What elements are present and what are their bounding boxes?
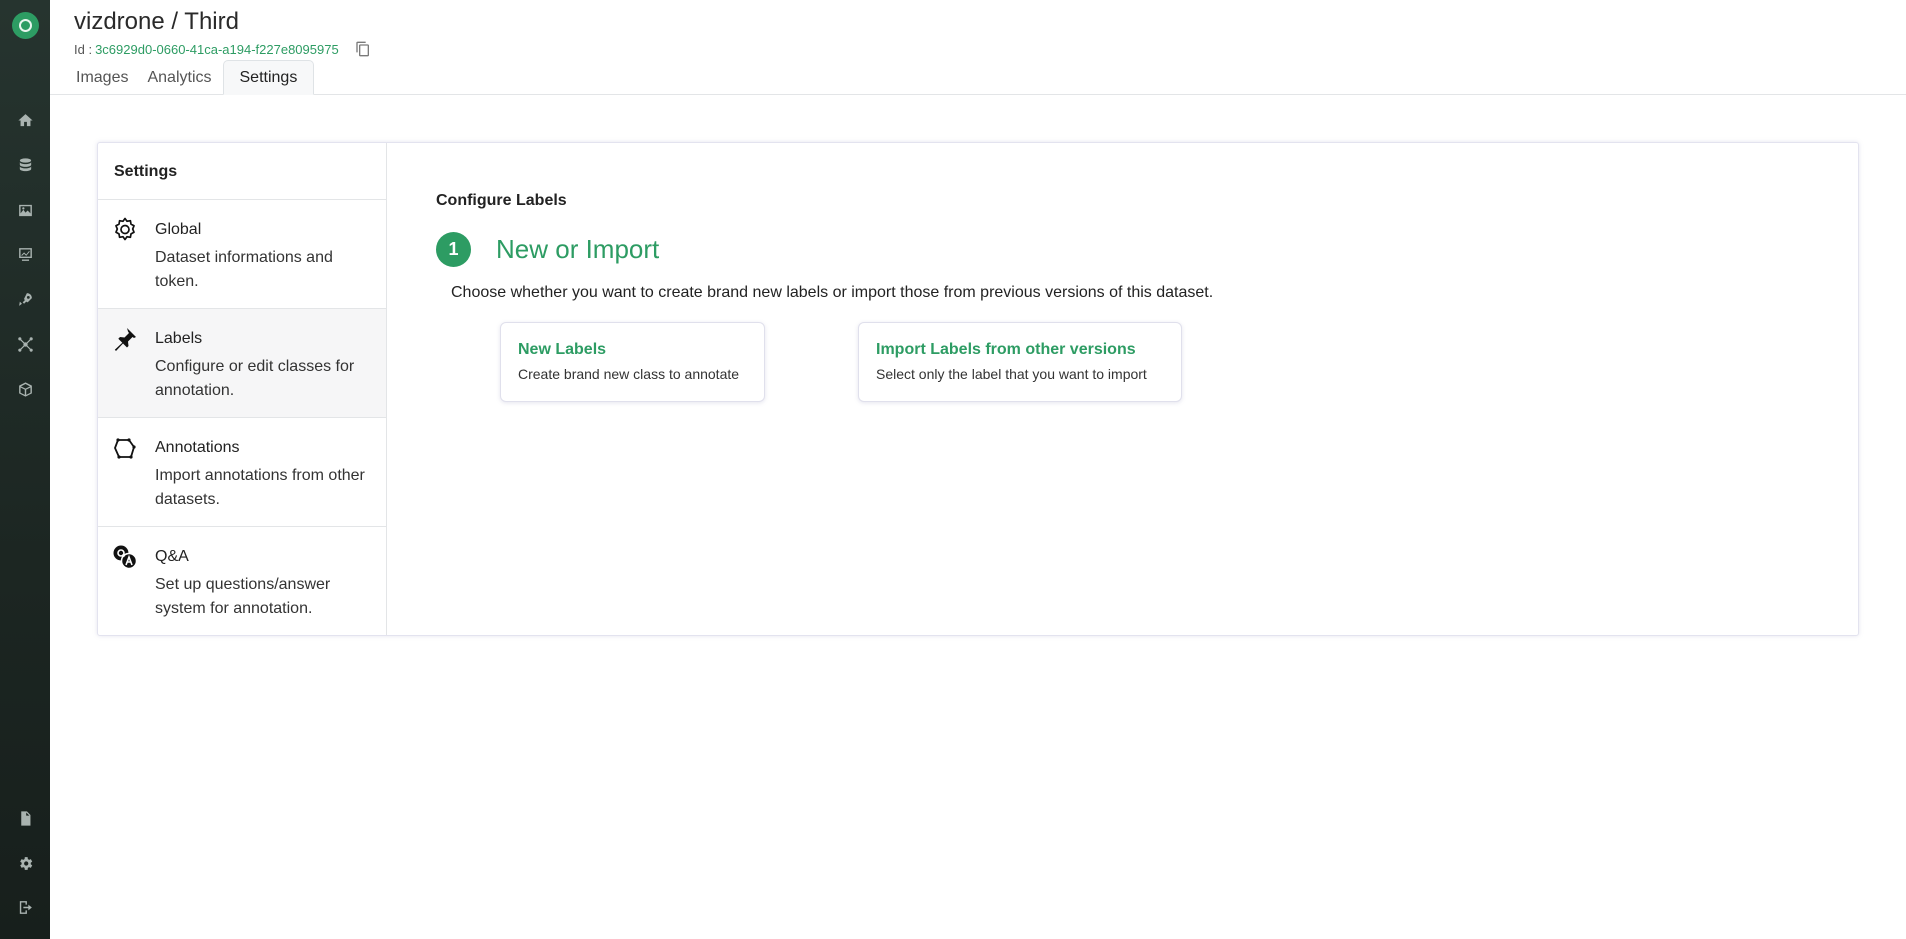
app-rail <box>0 0 50 939</box>
new-labels-description: Create brand new class to annotate <box>518 366 740 382</box>
sidebar-item-label: Labels <box>155 330 203 347</box>
sidebar-item-label: Annotations <box>155 439 240 456</box>
new-labels-card[interactable]: New Labels Create brand new class to ann… <box>500 322 765 402</box>
step-badge: 1 <box>436 232 471 267</box>
sidebar-item-global[interactable]: Global Dataset informations and token. <box>98 200 386 309</box>
step-description: Choose whether you want to create brand … <box>451 284 1214 301</box>
sidebar-item-description: Configure or edit classes for annotation… <box>155 358 355 399</box>
network-icon[interactable] <box>15 334 35 354</box>
pin-icon <box>112 326 138 352</box>
settings-content: Configure Labels 1 New or Import Choose … <box>388 143 1858 635</box>
dataset-id-row: Id : 3c6929d0-0660-41ca-a194-f227e809597… <box>74 41 371 57</box>
import-labels-description: Select only the label that you want to i… <box>876 366 1147 382</box>
id-label: Id : <box>74 41 93 57</box>
sidebar-item-label: Global <box>155 221 202 238</box>
import-labels-title: Import Labels from other versions <box>876 341 1136 358</box>
new-labels-title: New Labels <box>518 341 607 358</box>
sidebar-item-description: Import annotations from other datasets. <box>155 467 365 508</box>
image-icon[interactable] <box>15 200 35 220</box>
settings-sidebar: Settings Global Dataset informations and… <box>98 143 387 635</box>
deployment-icon[interactable] <box>15 289 35 309</box>
tab-analytics[interactable]: Analytics <box>139 60 219 95</box>
qa-icon <box>112 544 138 570</box>
import-labels-card[interactable]: Import Labels from other versions Select… <box>858 322 1182 402</box>
tab-images[interactable]: Images <box>68 60 136 95</box>
copy-icon[interactable] <box>355 41 371 57</box>
sidebar-item-description: Set up questions/answer system for annot… <box>155 576 331 617</box>
logout-icon[interactable] <box>15 897 35 917</box>
sidebar-item-description: Dataset informations and token. <box>155 249 333 290</box>
tab-bar: Images Analytics Settings <box>68 60 317 95</box>
analytics-icon[interactable] <box>15 244 35 264</box>
sidebar-item-qa[interactable]: Q&A Set up questions/answer system for a… <box>98 527 386 636</box>
settings-panel: Settings Global Dataset informations and… <box>97 142 1859 636</box>
page-title: vizdrone / Third <box>74 8 239 35</box>
database-icon[interactable] <box>15 155 35 175</box>
tab-settings[interactable]: Settings <box>222 60 315 95</box>
home-icon[interactable] <box>15 110 35 130</box>
package-icon[interactable] <box>15 379 35 399</box>
gear-icon <box>112 217 138 243</box>
page-header: vizdrone / Third Id : 3c6929d0-0660-41ca… <box>50 0 1906 95</box>
sidebar-item-annotations[interactable]: Annotations Import annotations from othe… <box>98 418 386 527</box>
logo-icon[interactable] <box>12 12 39 39</box>
polygon-icon <box>112 435 138 461</box>
step-title: New or Import <box>496 234 660 264</box>
sidebar-item-label: Q&A <box>155 548 189 565</box>
section-title: Configure Labels <box>436 192 567 209</box>
document-icon[interactable] <box>15 808 35 828</box>
gear-icon[interactable] <box>15 853 35 873</box>
id-value: 3c6929d0-0660-41ca-a194-f227e8095975 <box>95 41 339 57</box>
settings-sidebar-title: Settings <box>98 143 386 200</box>
sidebar-item-labels[interactable]: Labels Configure or edit classes for ann… <box>98 309 386 418</box>
